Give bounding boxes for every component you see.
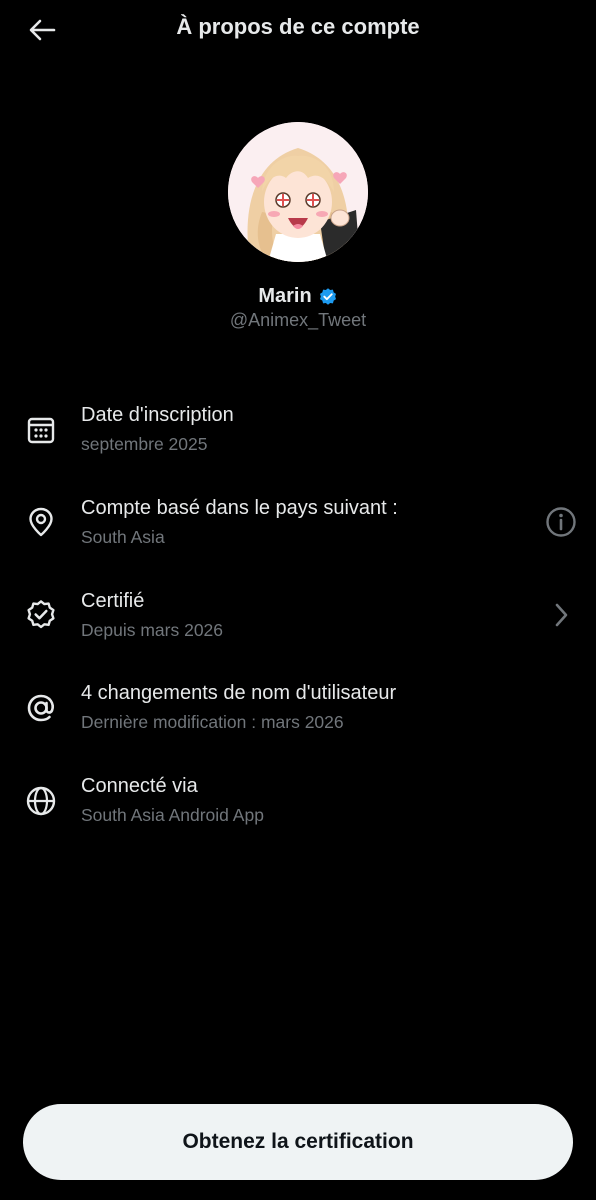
row-title: Compte basé dans le pays suivant :: [81, 497, 398, 519]
profile-name-row: Marin: [0, 285, 596, 308]
avatar[interactable]: [228, 122, 368, 262]
row-subtitle: Depuis mars 2026: [81, 620, 224, 640]
verified-outline-icon: [24, 598, 58, 632]
row-title: Certifié: [81, 590, 145, 612]
page-title: À propos de ce compte: [176, 14, 420, 39]
row-username-changes: 4 changements de nom d'utilisateur Derni…: [0, 678, 596, 754]
get-verified-button[interactable]: Obtenez la certification: [23, 1104, 573, 1180]
at-sign-icon: [24, 691, 58, 725]
row-account-location: Compte basé dans le pays suivant : South…: [0, 493, 596, 569]
info-icon[interactable]: [544, 505, 578, 539]
row-subtitle: South Asia: [81, 527, 165, 547]
row-verified[interactable]: Certifié Depuis mars 2026: [0, 586, 596, 662]
globe-icon: [24, 784, 58, 818]
row-title: Date d'inscription: [81, 404, 234, 426]
row-connected-via: Connecté via South Asia Android App: [0, 771, 596, 847]
row-title: Connecté via: [81, 775, 198, 797]
row-subtitle: septembre 2025: [81, 434, 208, 454]
avatar-illustration: [228, 122, 368, 262]
display-name: Marin: [258, 285, 312, 307]
row-subtitle: South Asia Android App: [81, 805, 264, 825]
username-handle: @Animex_Tweet: [229, 310, 367, 330]
verified-badge-icon: [319, 287, 336, 305]
top-bar: À propos de ce compte: [0, 0, 596, 60]
location-pin-icon: [24, 505, 58, 539]
chevron-right-icon[interactable]: [544, 598, 578, 632]
row-join-date: Date d'inscription septembre 2025: [0, 400, 596, 476]
row-subtitle: Dernière modification : mars 2026: [81, 712, 344, 732]
row-title: 4 changements de nom d'utilisateur: [81, 682, 397, 704]
calendar-icon: [24, 413, 58, 447]
